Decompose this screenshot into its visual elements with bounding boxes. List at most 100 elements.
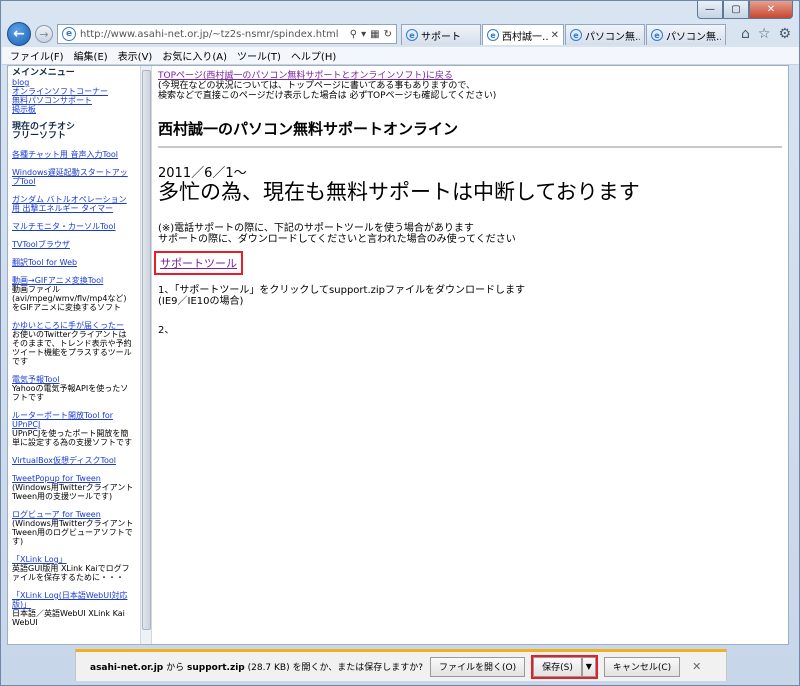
- sidebar: メインメニュー blog オンラインソフトコーナー 無料パソコンサポート 掲示板…: [8, 66, 138, 644]
- sidebar-link-blog[interactable]: blog: [12, 78, 29, 87]
- save-highlight: 保存(S) ▼: [531, 654, 598, 679]
- main-menu-title: メインメニュー: [12, 68, 75, 78]
- tab-label: 西村誠一…: [502, 31, 549, 43]
- step-1-line-1: 1、「サポートツール」をクリックしてsupport.zipファイルをダウンロード…: [158, 285, 526, 296]
- close-window-button[interactable]: ✕: [749, 1, 793, 19]
- sidebar-tool-link[interactable]: かゆいところに手が届くったー: [12, 321, 124, 330]
- tab-support[interactable]: e サポート: [401, 24, 481, 45]
- sidebar-tool-desc: お使いのTwitterクライアントはそのままで、トレンド表示や予約ツイート機能を…: [12, 330, 132, 366]
- featured-title-2: フリーソフト: [12, 131, 67, 141]
- list-item: TweetPopup for Tween (Windows用Twitterクライ…: [12, 474, 134, 501]
- tab-close-icon[interactable]: ✕: [551, 30, 559, 41]
- sidebar-tool-link[interactable]: Windows遅延起動スタートアップTool: [12, 168, 128, 186]
- step-1-line-2: (IE9／IE10の場合): [158, 296, 244, 307]
- list-item: VirtualBox仮想ディスクTool: [12, 456, 134, 465]
- sidebar-tool-link[interactable]: ログビューア for Tween: [12, 510, 101, 519]
- tab-nishimura[interactable]: e 西村誠一… ✕: [482, 24, 564, 45]
- browser-window: — ▢ ✕ ← → e http://www.asahi-net.or.jp/~…: [0, 0, 800, 686]
- sidebar-tool-link[interactable]: 各種チャット用 音声入力Tool: [12, 150, 118, 159]
- sidebar-tool-link[interactable]: TVToolブラウザ: [12, 240, 70, 249]
- sidebar-tool-link[interactable]: TweetPopup for Tween: [12, 474, 101, 483]
- scrollbar-thumb[interactable]: [142, 70, 151, 630]
- dropdown-icon[interactable]: ▾: [361, 29, 366, 40]
- menu-help[interactable]: ヘルプ(H): [291, 48, 336, 63]
- list-item: Windows遅延起動スタートアップTool: [12, 168, 134, 186]
- sidebar-tool-desc: 英語GUI版用 XLink Kaiでログファイルを保存するために・・・: [12, 564, 130, 582]
- menu-edit[interactable]: 編集(E): [74, 48, 108, 63]
- top-page-link[interactable]: TOPページ(西村誠一のパソコン無料サポートとオンラインソフト)に戻る: [158, 68, 778, 81]
- sidebar-scrollbar[interactable]: [140, 66, 152, 644]
- caption-buttons: — ▢ ✕: [697, 1, 793, 19]
- sidebar-tool-link[interactable]: ルーターポート開放Tool for UPnPCJ: [12, 411, 113, 429]
- navigation-row: ← → e http://www.asahi-net.or.jp/~tz2s-n…: [5, 21, 797, 47]
- download-question: (28.7 KB) を開くか、または保存しますか?: [244, 663, 424, 673]
- menu-favorites[interactable]: お気に入り(A): [162, 48, 227, 63]
- sidebar-tool-link[interactable]: 「XLink Log(日本語WebUI対応版)」: [12, 591, 127, 609]
- sidebar-tool-link[interactable]: VirtualBox仮想ディスクTool: [12, 456, 116, 465]
- sidebar-tool-desc: 日本語／英語WebUI XLink Kai WebUI: [12, 609, 125, 627]
- refresh-icon[interactable]: ↻: [384, 29, 392, 40]
- support-tool-link[interactable]: サポートツール: [160, 257, 237, 270]
- sidebar-tool-link[interactable]: マルチモニタ・カーソルTool: [12, 222, 116, 231]
- tab-label: サポート: [421, 31, 461, 43]
- featured-heading: 現在のイチオシ フリーソフト: [12, 123, 134, 141]
- sidebar-link-online-soft[interactable]: オンラインソフトコーナー: [12, 87, 108, 96]
- back-arrow-icon: ←: [13, 26, 25, 42]
- address-bar[interactable]: e http://www.asahi-net.or.jp/~tz2s-nsmr/…: [57, 24, 397, 44]
- sidebar-tool-desc: UPnPCJを使ったポート開放を簡単に設定する為の支援ソフトです: [12, 429, 132, 447]
- sidebar-tool-link[interactable]: 動画→GIFアニメ変換Tool: [12, 276, 103, 285]
- gear-icon[interactable]: ⚙: [778, 26, 791, 42]
- notice-line-2: サポートの際に、ダウンロードしてくださいと言われた場合のみ使ってください: [158, 234, 516, 245]
- list-item: 翻訳Tool for Web: [12, 258, 134, 267]
- sidebar-tool-desc: (Windows用TwitterクライアントTween用のログビューアソフトです…: [12, 519, 134, 546]
- tab-label: パソコン無…: [666, 31, 721, 43]
- sidebar-tool-link[interactable]: 翻訳Tool for Web: [12, 258, 77, 267]
- tab-pasokon-1[interactable]: e パソコン無…: [565, 24, 645, 45]
- search-icon[interactable]: ⚲: [350, 29, 357, 40]
- download-from: から: [163, 663, 187, 673]
- list-item: 動画→GIFアニメ変換Tool 動画ファイル(avi/mpeg/wmv/flv/…: [12, 276, 134, 312]
- list-item: 「XLink Log(日本語WebUI対応版)」 日本語／英語WebUI XLi…: [12, 591, 134, 627]
- page-title: 西村誠一のパソコン無料サポートオンライン: [158, 118, 782, 148]
- sidebar-tool-link[interactable]: 「XLink Log」: [12, 555, 67, 564]
- main-content: TOPページ(西村誠一のパソコン無料サポートとオンラインソフト)に戻る (今現在…: [154, 66, 782, 644]
- notice-date: 2011／6／1〜: [158, 166, 247, 181]
- cancel-button[interactable]: キャンセル(C): [603, 656, 681, 677]
- main-menu: メインメニュー blog オンラインソフトコーナー 無料パソコンサポート 掲示板: [12, 68, 134, 115]
- browser-right-icons: ⌂ ☆ ⚙: [741, 26, 791, 42]
- save-dropdown-button[interactable]: ▼: [581, 656, 596, 677]
- close-icon[interactable]: ✕: [692, 660, 701, 673]
- page-content: メインメニュー blog オンラインソフトコーナー 無料パソコンサポート 掲示板…: [7, 65, 789, 645]
- download-message: asahi-net.or.jp から support.zip (28.7 KB)…: [90, 660, 430, 673]
- favorites-star-icon[interactable]: ☆: [758, 26, 771, 42]
- save-button[interactable]: 保存(S): [533, 656, 582, 677]
- tab-pasokon-2[interactable]: e パソコン無…: [646, 24, 726, 45]
- menu-bar: ファイル(F) 編集(E) 表示(V) お気に入り(A) ツール(T) ヘルプ(…: [2, 47, 799, 65]
- ie-tab-icon: e: [651, 29, 663, 41]
- download-notification-bar: asahi-net.or.jp から support.zip (28.7 KB)…: [75, 649, 727, 681]
- ie-tab-icon: e: [487, 29, 499, 41]
- address-tools: ⚲ ▾ ▦ ↻: [350, 29, 392, 40]
- forward-button[interactable]: →: [35, 25, 53, 43]
- sidebar-tool-link[interactable]: 電気予報Tool: [12, 375, 60, 384]
- menu-tools[interactable]: ツール(T): [237, 48, 281, 63]
- compat-view-icon[interactable]: ▦: [370, 29, 379, 40]
- top-note-line-1: (今現在などの状況については、トップページに書いてある事もありますので、: [158, 81, 475, 91]
- menu-view[interactable]: 表示(V): [118, 48, 153, 63]
- address-url[interactable]: http://www.asahi-net.or.jp/~tz2s-nsmr/sp…: [80, 29, 350, 40]
- sidebar-link-free-support[interactable]: 無料パソコンサポート: [12, 96, 92, 105]
- headline: 多忙の為、現在も無料サポートは中断しております: [158, 180, 640, 204]
- maximize-button[interactable]: ▢: [723, 1, 749, 19]
- menu-file[interactable]: ファイル(F): [10, 48, 64, 63]
- sidebar-link-bbs[interactable]: 掲示板: [12, 105, 36, 114]
- list-item: 電気予報Tool Yahooの電気予報APIを使ったソフトです: [12, 375, 134, 402]
- minimize-button[interactable]: —: [697, 1, 723, 19]
- open-file-button[interactable]: ファイルを開く(O): [430, 656, 526, 677]
- step-2: 2、: [158, 325, 175, 336]
- sidebar-tool-link[interactable]: ガンダム バトルオペレーション用 出撃エネルギー タイマー: [12, 195, 127, 213]
- back-button[interactable]: ←: [7, 22, 31, 46]
- tab-label: パソコン無…: [585, 31, 640, 43]
- home-icon[interactable]: ⌂: [741, 26, 750, 42]
- list-item: マルチモニタ・カーソルTool: [12, 222, 134, 231]
- sidebar-tool-desc: Yahooの電気予報APIを使ったソフトです: [12, 384, 129, 402]
